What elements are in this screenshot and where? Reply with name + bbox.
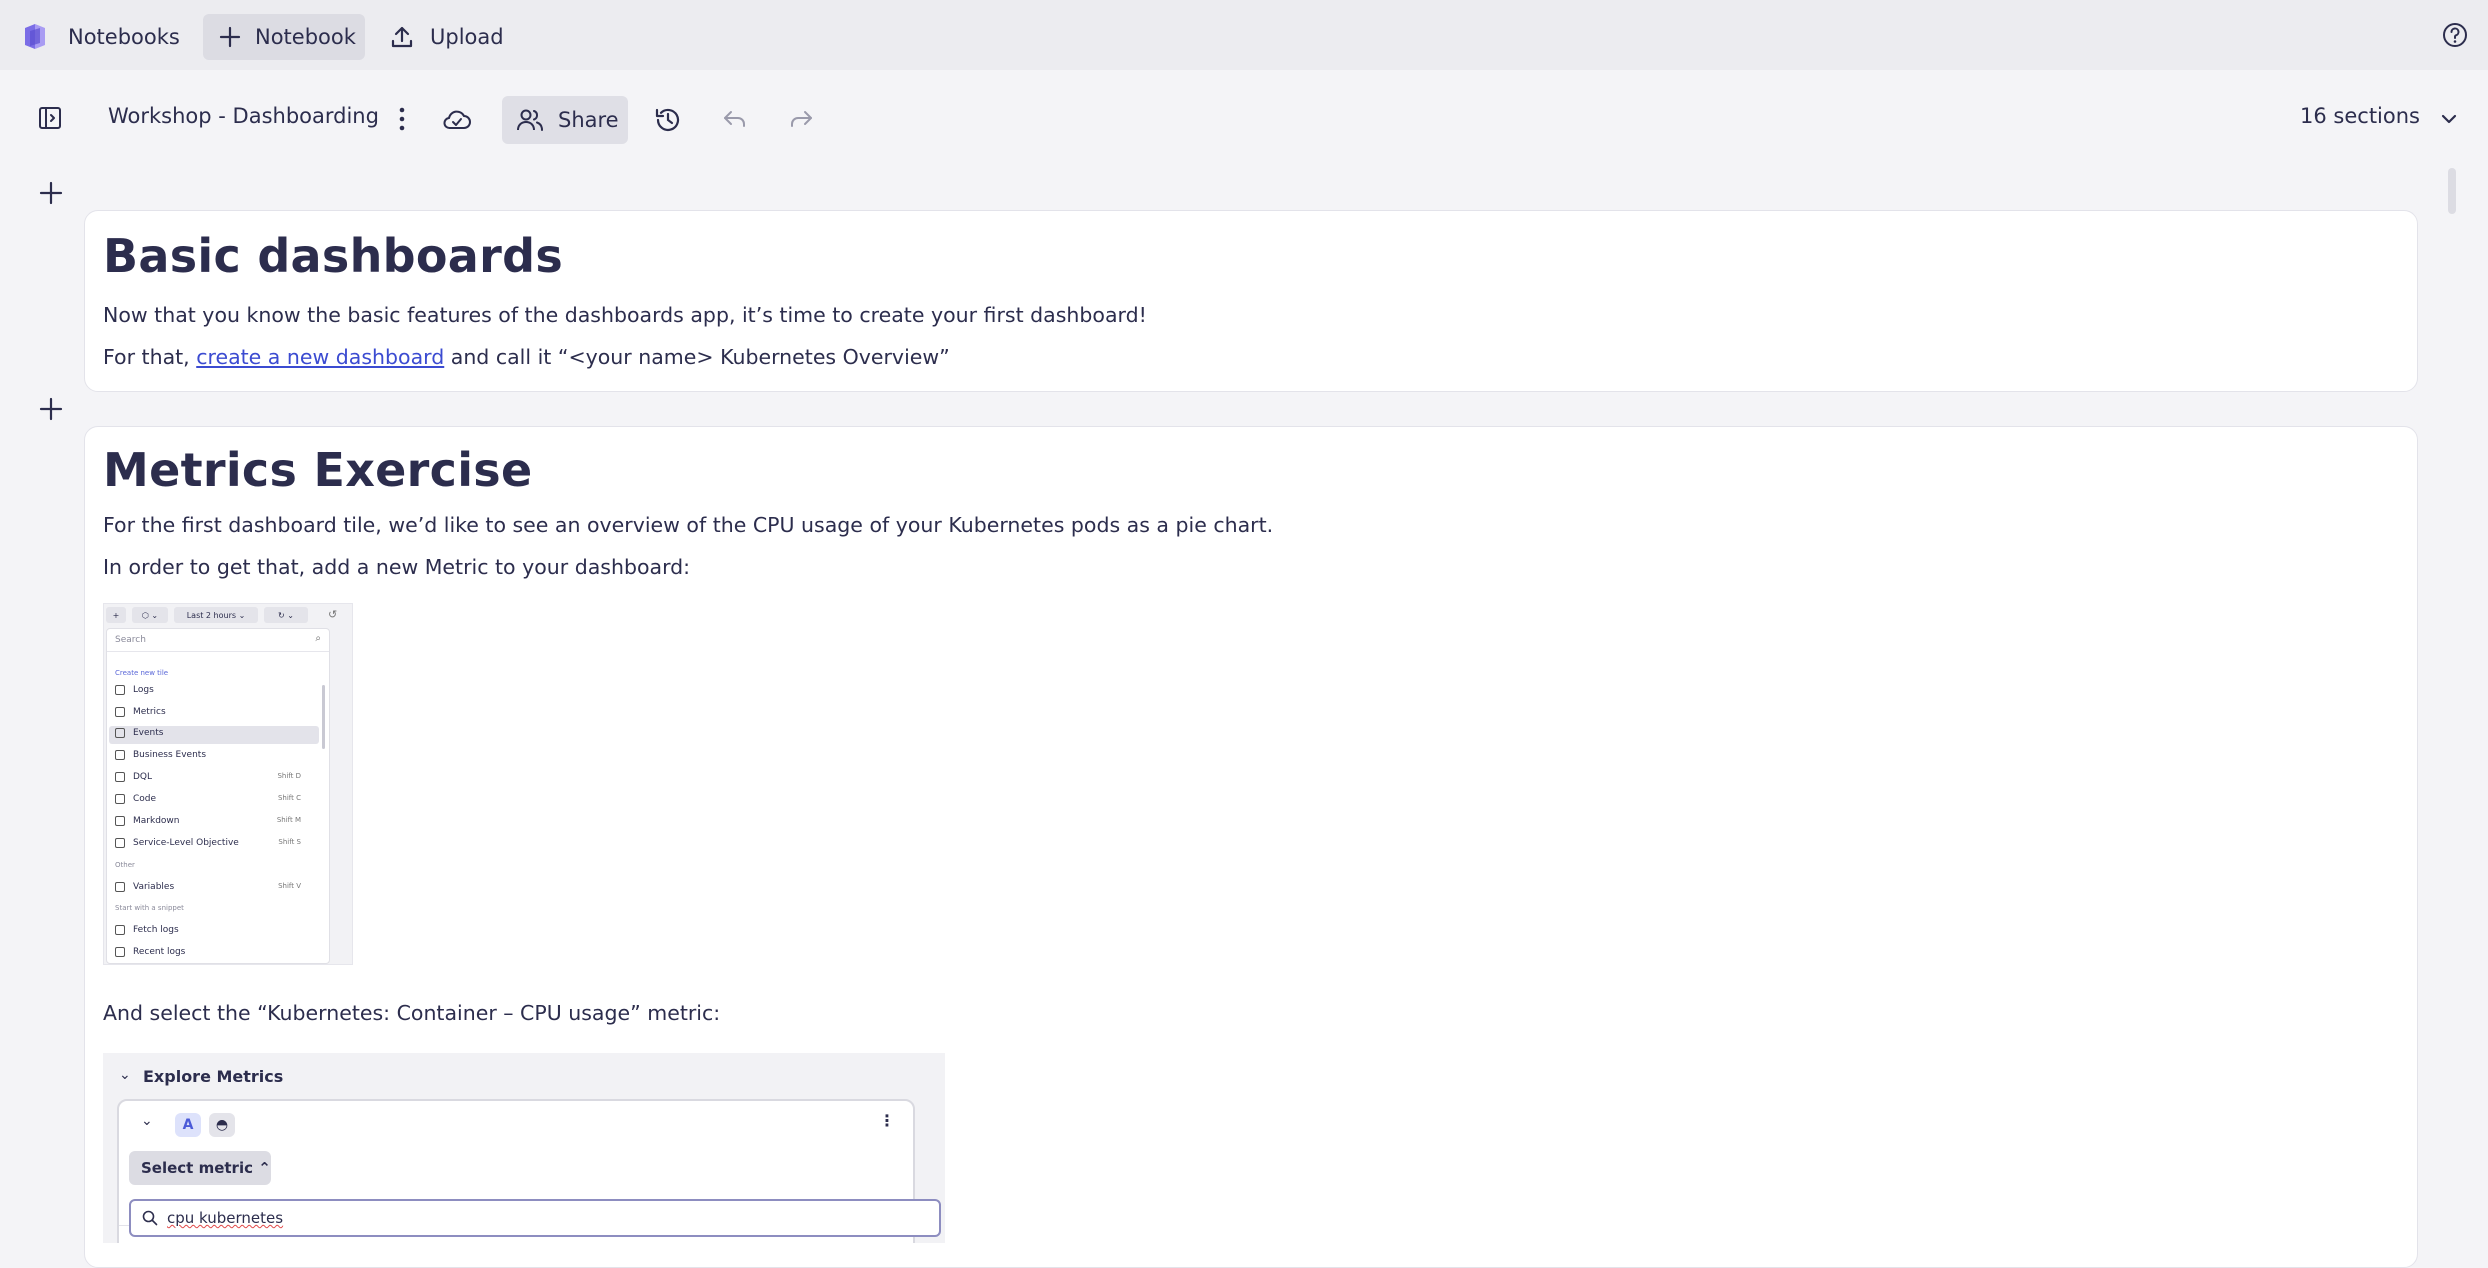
s1-scrollbar — [322, 685, 325, 749]
explore-metrics-screenshot: ⌄ Explore Metrics ⌄ A ◓ ⋮ Select metric … — [103, 1053, 945, 1243]
s1-item: Fetch logs — [115, 923, 179, 937]
s2-collapse-icon: ⌄ — [141, 1113, 153, 1129]
sections-dropdown-label[interactable]: 16 sections — [2300, 104, 2420, 128]
notebooks-nav-button[interactable]: Notebooks — [22, 14, 180, 60]
s1-snippet-header: Start with a snippet — [115, 904, 184, 912]
share-button[interactable]: Share — [502, 96, 628, 144]
s2-search-field: cpu kubernetes — [129, 1199, 941, 1237]
version-history-button[interactable] — [654, 106, 682, 134]
section-heading: Metrics Exercise — [103, 443, 533, 497]
s1-create-header: Create new tile — [115, 669, 169, 677]
page-scrollbar[interactable] — [2448, 168, 2456, 214]
help-button[interactable] — [2442, 22, 2468, 52]
more-vertical-icon — [399, 107, 405, 131]
s1-search-icon: ⌕ — [315, 633, 321, 644]
s2-title: Explore Metrics — [143, 1067, 284, 1086]
section-paragraph: In order to get that, add a new Metric t… — [103, 555, 691, 579]
s1-item: DQL — [115, 770, 152, 784]
section-paragraph: And select the “Kubernetes: Container – … — [103, 1001, 721, 1025]
notebook-title[interactable]: Workshop - Dashboarding — [108, 104, 379, 128]
section-paragraph: For the first dashboard tile, we’d like … — [103, 513, 1274, 537]
s2-select-metric: Select metric ⌃ — [129, 1151, 271, 1185]
people-icon — [517, 109, 543, 131]
plus-icon — [39, 181, 63, 205]
notebooks-logo-icon — [25, 24, 45, 49]
section-heading: Basic dashboards — [103, 229, 563, 283]
undo-button[interactable] — [722, 108, 748, 130]
redo-icon — [791, 111, 812, 127]
s1-refresh-button: ↻ ⌄ — [264, 607, 308, 623]
cloud-save-status[interactable] — [442, 108, 472, 132]
text-suffix: and call it “<your name> Kubernetes Over… — [444, 345, 950, 369]
sections-dropdown-toggle[interactable] — [2440, 110, 2458, 129]
chevron-down-icon — [2441, 114, 2457, 124]
s1-item: Code — [115, 792, 156, 806]
s2-search-icon — [142, 1210, 158, 1226]
s2-gauge-icon: ◓ — [209, 1113, 235, 1137]
section-paragraph: Now that you know the basic features of … — [103, 303, 1147, 327]
more-options-button[interactable] — [392, 106, 412, 132]
share-label: Share — [558, 108, 619, 132]
s1-search-input: Search — [115, 635, 146, 645]
s1-plus-button: + — [106, 607, 126, 623]
s1-item: Variables — [115, 880, 174, 894]
s1-item: Metrics — [115, 705, 166, 719]
s1-divider — [107, 651, 329, 652]
plus-icon — [39, 397, 63, 421]
upload-icon — [391, 26, 413, 48]
upload-button[interactable]: Upload — [390, 14, 504, 60]
cloud-check-icon — [443, 110, 471, 129]
add-tile-menu-screenshot: + ⬡ ⌄ Last 2 hours ⌄ ↻ ⌄ ↺ Search ⌕ Crea… — [103, 603, 353, 965]
s1-item: Business Events — [115, 748, 206, 762]
s1-item: Events — [115, 726, 163, 740]
help-icon — [2443, 23, 2467, 47]
add-section-button-middle[interactable] — [38, 396, 64, 426]
s2-more-icon: ⋮ — [879, 1111, 895, 1130]
s1-timeframe-button: Last 2 hours ⌄ — [174, 607, 258, 623]
s1-kbd: Shift D — [277, 772, 301, 780]
s1-item: Markdown — [115, 814, 179, 828]
sidebar-toggle-icon — [39, 107, 61, 129]
markdown-section-basic-dashboards[interactable]: Basic dashboards Now that you know the b… — [84, 210, 2418, 392]
toggle-outline-button[interactable] — [38, 106, 62, 130]
s1-item: Recent logs — [115, 945, 185, 959]
s2-search-value: cpu kubernetes — [167, 1209, 284, 1227]
s1-kbd: Shift S — [278, 838, 301, 846]
new-notebook-button[interactable]: Notebook — [203, 14, 365, 60]
redo-button[interactable] — [788, 108, 814, 130]
s2-query-badge: A — [175, 1113, 201, 1137]
s1-cube-button: ⬡ ⌄ — [132, 607, 168, 623]
app-topbar: Notebooks Notebook Upload — [0, 0, 2488, 70]
s1-kbd: Shift C — [277, 794, 301, 802]
s1-item: Service-Level Objective — [115, 836, 239, 850]
section-paragraph-with-link: For that, create a new dashboard and cal… — [103, 345, 950, 369]
plus-icon — [219, 26, 241, 48]
s2-chevron-icon: ⌄ — [119, 1067, 131, 1083]
s1-item: Logs — [115, 683, 154, 697]
history-icon — [655, 108, 680, 132]
s1-history-icon: ↺ — [328, 608, 338, 621]
s1-other-header: Other — [115, 861, 135, 869]
new-notebook-label: Notebook — [255, 25, 356, 49]
s1-kbd: Shift M — [276, 816, 301, 824]
add-section-button-top[interactable] — [38, 180, 64, 210]
text-prefix: For that, — [103, 345, 197, 369]
create-dashboard-link[interactable]: create a new dashboard — [196, 345, 444, 369]
markdown-section-metrics-exercise[interactable]: Metrics Exercise For the first dashboard… — [84, 426, 2418, 1268]
s1-timeframe-label: Last 2 hours — [186, 610, 237, 620]
upload-label: Upload — [430, 25, 504, 49]
s1-menu-panel: Search ⌕ Create new tile Logs Metrics Ev… — [106, 628, 330, 964]
notebooks-label: Notebooks — [68, 25, 180, 49]
undo-icon — [724, 111, 745, 127]
s1-kbd: Shift V — [278, 882, 301, 890]
